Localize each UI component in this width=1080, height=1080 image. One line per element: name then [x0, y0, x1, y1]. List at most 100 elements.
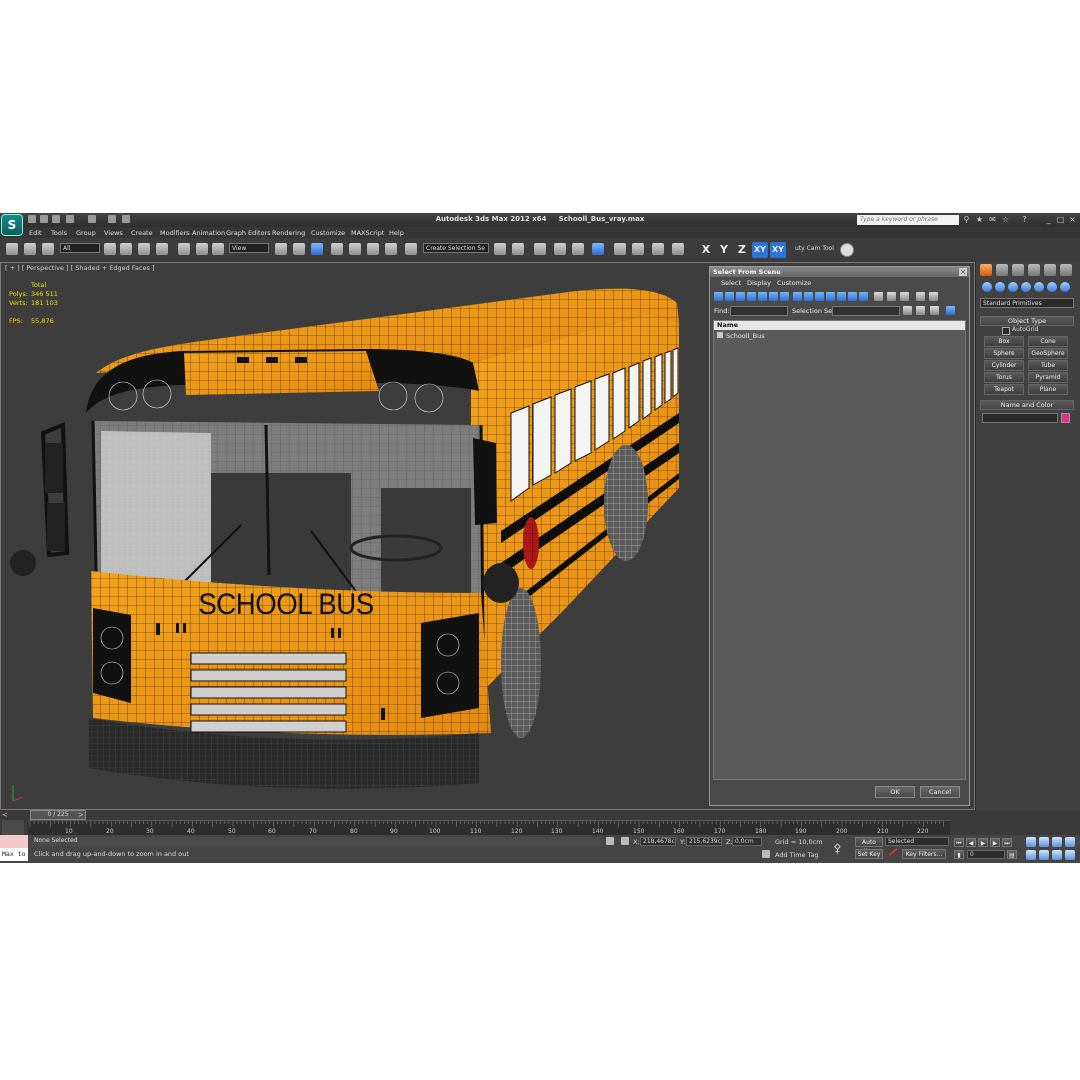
pyramid-button[interactable]: Pyramid — [1028, 372, 1068, 383]
filter-spacewarps-icon[interactable] — [769, 292, 778, 301]
go-to-start-icon[interactable]: ⏮ — [954, 838, 964, 847]
object-name-input[interactable] — [982, 413, 1058, 423]
unlink-icon[interactable] — [24, 243, 36, 255]
absolute-mode-icon[interactable] — [621, 837, 629, 845]
scale-icon[interactable] — [212, 243, 224, 255]
select-link-icon[interactable] — [6, 243, 18, 255]
select-all-icon[interactable] — [874, 292, 883, 301]
axis-z-button[interactable]: Z — [734, 242, 750, 258]
menu-graph-editors[interactable]: Graph Editors — [226, 228, 271, 238]
menu-customize[interactable]: Customize — [311, 228, 345, 238]
display-children-icon[interactable] — [946, 306, 955, 315]
maximize-viewport-icon[interactable] — [1065, 850, 1075, 860]
rotate-icon[interactable] — [196, 243, 208, 255]
search-input[interactable]: Type a keyword or phrase — [857, 215, 959, 225]
time-tag-icon[interactable] — [762, 850, 770, 858]
key-filters-icon[interactable] — [888, 848, 898, 856]
shapes-category-icon[interactable] — [995, 282, 1005, 292]
spacewarps-category-icon[interactable] — [1047, 282, 1057, 292]
box-button[interactable]: Box — [984, 336, 1024, 347]
select-object-icon[interactable] — [104, 243, 116, 255]
list-item[interactable]: Schooll_Bus — [717, 332, 765, 340]
selection-lock-icon[interactable] — [606, 837, 614, 845]
geosphere-button[interactable]: GeoSphere — [1028, 348, 1068, 359]
dialog-close-icon[interactable]: × — [959, 268, 967, 276]
rendered-frame-window-icon[interactable] — [652, 243, 664, 255]
zoom-extents-icon[interactable] — [1052, 837, 1062, 847]
filter-bones-icon[interactable] — [804, 292, 813, 301]
align-icon[interactable] — [512, 243, 524, 255]
filter-helpers-icon[interactable] — [758, 292, 767, 301]
cancel-button[interactable]: Cancel — [920, 786, 960, 798]
keyboard-shortcut-override-icon[interactable] — [311, 243, 323, 255]
filter-options-icon[interactable] — [929, 292, 938, 301]
cone-button[interactable]: Cone — [1028, 336, 1068, 347]
helpers-category-icon[interactable] — [1034, 282, 1044, 292]
play-icon[interactable]: ▶ — [978, 838, 988, 847]
slider-left-arrow-icon[interactable]: < — [2, 811, 8, 819]
selection-filter-dropdown[interactable]: All — [60, 243, 100, 253]
set-key-button[interactable]: Set Key — [855, 849, 883, 859]
key-filters-button[interactable]: Key Filters... — [902, 849, 946, 859]
object-type-rollout[interactable]: Object Type — [980, 316, 1074, 326]
name-and-color-rollout[interactable]: Name and Color — [980, 400, 1074, 410]
modify-tab-icon[interactable] — [996, 264, 1008, 276]
skull-script-icon[interactable] — [840, 243, 854, 257]
auto-key-button[interactable]: Auto Key — [855, 837, 883, 855]
pan-view-icon[interactable] — [1039, 850, 1049, 860]
dialog-menu-select[interactable]: Select — [721, 279, 741, 287]
select-manipulate-icon[interactable] — [293, 243, 305, 255]
axis-y-button[interactable]: Y — [716, 242, 732, 258]
angle-snap-icon[interactable] — [349, 243, 361, 255]
selection-set-edit-icon[interactable] — [930, 306, 939, 315]
filter-xrefs-icon[interactable] — [793, 292, 802, 301]
menu-views[interactable]: Views — [104, 228, 123, 238]
filter-frozen-icon[interactable] — [826, 292, 835, 301]
render-teapot-icon[interactable] — [672, 243, 684, 255]
selection-set-dropdown[interactable] — [832, 306, 900, 316]
zoom-extents-all-icon[interactable] — [1065, 837, 1075, 847]
filter-geometry-icon[interactable] — [714, 292, 723, 301]
create-tab-icon[interactable] — [980, 264, 992, 276]
communication-center-icon[interactable]: ✉ — [988, 215, 997, 224]
menu-tools[interactable]: Tools — [51, 228, 67, 238]
dialog-title[interactable]: Select From Scene — [710, 267, 969, 277]
field-of-view-icon[interactable] — [1026, 850, 1036, 860]
snaps-toggle-icon[interactable] — [331, 243, 343, 255]
key-mode-dropdown[interactable]: Selected — [885, 837, 949, 846]
rectangular-selection-icon[interactable] — [138, 243, 150, 255]
render-setup-icon[interactable] — [632, 243, 644, 255]
current-frame-field[interactable]: 0 — [967, 850, 1005, 859]
track-bar[interactable]: 10 20 30 40 50 60 70 80 90 100 110 120 1… — [28, 820, 950, 836]
filter-invert-icon[interactable] — [859, 292, 868, 301]
schematic-view-icon[interactable] — [592, 243, 604, 255]
axis-x-button[interactable]: X — [698, 242, 714, 258]
z-coord-field[interactable]: 0,0cm — [732, 837, 762, 846]
filter-containers-icon[interactable] — [815, 292, 824, 301]
close-icon[interactable]: × — [1068, 215, 1077, 224]
systems-category-icon[interactable] — [1060, 282, 1070, 292]
menu-animation[interactable]: Animation — [192, 228, 225, 238]
pivot-center-icon[interactable] — [275, 243, 287, 255]
orbit-icon[interactable] — [1052, 850, 1062, 860]
filter-funnel-icon[interactable] — [916, 292, 925, 301]
menu-modifiers[interactable]: Modifiers — [160, 228, 190, 238]
set-key-icon[interactable]: ⚴ — [833, 841, 842, 855]
ok-button[interactable]: OK — [875, 786, 915, 798]
teapot-button[interactable]: Teapot — [984, 384, 1024, 395]
cam-tool-label[interactable]: uty Cam Tool — [795, 245, 834, 252]
graphite-ribbon-icon[interactable] — [554, 243, 566, 255]
hierarchy-tab-icon[interactable] — [1012, 264, 1024, 276]
curve-editor-icon[interactable] — [572, 243, 584, 255]
display-tab-icon[interactable] — [1044, 264, 1056, 276]
next-frame-icon[interactable]: ▶ — [990, 838, 1000, 847]
previous-frame-icon[interactable]: ◀ — [966, 838, 976, 847]
menu-create[interactable]: Create — [131, 228, 153, 238]
key-mode-toggle-icon[interactable]: ▮ — [954, 850, 964, 859]
maximize-icon[interactable]: □ — [1056, 215, 1065, 224]
add-time-tag[interactable]: Add Time Tag — [775, 851, 819, 859]
menu-edit[interactable]: Edit — [29, 228, 42, 238]
select-none-icon[interactable] — [887, 292, 896, 301]
scene-object-list[interactable]: Name Schooll_Bus — [713, 320, 966, 780]
x-coord-field[interactable]: 218,4678c — [640, 837, 676, 846]
